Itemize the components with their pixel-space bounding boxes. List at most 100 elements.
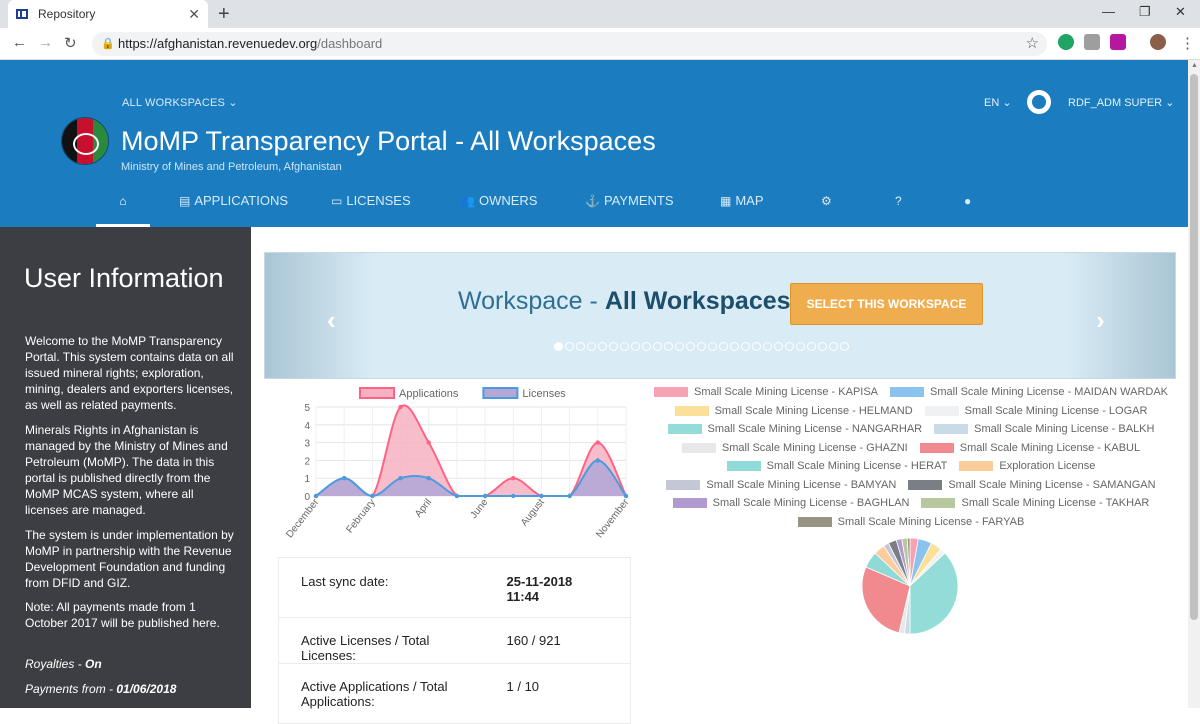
legend-item[interactable]: Small Scale Mining License - NANGARHAR: [667, 423, 922, 435]
nav-map[interactable]: ▦ MAP: [720, 191, 764, 227]
close-window-icon[interactable]: ✕: [1175, 4, 1186, 20]
carousel-dot[interactable]: [587, 342, 596, 351]
data-point: [623, 493, 629, 499]
reload-icon[interactable]: ↻: [64, 34, 77, 52]
legend-item[interactable]: Small Scale Mining License - LOGAR: [924, 405, 1147, 417]
carousel-dot[interactable]: [840, 342, 849, 351]
nav-applications[interactable]: ▤ APPLICATIONS: [179, 191, 288, 227]
legend-label: Small Scale Mining License - KAPISA: [693, 386, 879, 398]
users-icon: 👥: [460, 194, 475, 208]
nav-settings[interactable]: ⚙: [821, 191, 832, 227]
legend-item[interactable]: Small Scale Mining License - BAMYAN: [666, 479, 896, 491]
legend-item[interactable]: Small Scale Mining License - MAIDAN WARD…: [890, 386, 1168, 398]
carousel-dot[interactable]: [609, 342, 618, 351]
g-extension-icon[interactable]: [1084, 34, 1100, 50]
select-workspace-button[interactable]: SELECT THIS WORKSPACE: [790, 283, 983, 325]
table-row: Active Applications / Total Applications…: [278, 663, 631, 724]
nav-payments[interactable]: ⚓ PAYMENTS: [585, 191, 674, 227]
minimize-icon[interactable]: —: [1102, 4, 1115, 19]
nav-owners[interactable]: 👥 OWNERS: [460, 191, 537, 227]
legend-label: Small Scale Mining License - FARYAB: [837, 515, 1025, 528]
x-tick-label: June: [468, 497, 490, 521]
carousel-dot[interactable]: [730, 342, 739, 351]
close-tab-icon[interactable]: ✕: [188, 6, 200, 23]
workspace-dropdown[interactable]: ALL WORKSPACES ⌄: [122, 96, 238, 109]
carousel-dot[interactable]: [642, 342, 651, 351]
carousel-dot[interactable]: [631, 342, 640, 351]
legend-label: Small Scale Mining License - SAMANGAN: [948, 478, 1156, 491]
carousel-dot[interactable]: [653, 342, 662, 351]
pocket-extension-icon[interactable]: [1110, 34, 1126, 50]
table-label: Active Licenses / Total Licenses:: [278, 617, 507, 664]
legend-item[interactable]: Exploration License: [959, 460, 1095, 472]
carousel-dot[interactable]: [708, 342, 717, 351]
legend-item[interactable]: Small Scale Mining License - FARYAB: [797, 515, 1025, 528]
cogs-icon: ⚙: [821, 194, 832, 208]
carousel-dot[interactable]: [752, 342, 761, 351]
carousel-dot[interactable]: [565, 342, 574, 351]
legend-row: Small Scale Mining License - HERAT Explor…: [656, 460, 1166, 472]
legend-item[interactable]: Small Scale Mining License - GHAZNI: [681, 442, 908, 454]
profile-avatar-icon[interactable]: [1150, 34, 1166, 50]
y-tick-label: 3: [304, 439, 310, 450]
carousel-dot[interactable]: [818, 342, 827, 351]
user-menu[interactable]: RDF_ADM SUPER ⌄: [1068, 96, 1174, 109]
carousel-dot[interactable]: [576, 342, 585, 351]
forward-icon[interactable]: →: [38, 34, 53, 51]
royalties-value: On: [85, 657, 102, 671]
legend-item[interactable]: Small Scale Mining License - SAMANGAN: [908, 478, 1156, 491]
carousel-dot[interactable]: [785, 342, 794, 351]
scroll-up-icon[interactable]: ▲: [1191, 62, 1198, 69]
legend-item[interactable]: Small Scale Mining License - KAPISA: [653, 386, 879, 398]
data-point: [426, 440, 431, 445]
legend-swatch: [674, 405, 709, 416]
legend-label: Small Scale Mining License - KABUL: [959, 441, 1141, 454]
id-card-icon: ▭: [331, 194, 343, 208]
user-avatar[interactable]: [1027, 90, 1051, 114]
language-selector[interactable]: EN ⌄: [984, 96, 1012, 109]
page-scrollbar[interactable]: ▲: [1188, 60, 1200, 708]
data-point: [482, 493, 488, 499]
scrollbar-thumb[interactable]: [1190, 74, 1198, 620]
legend-item[interactable]: Small Scale Mining License - KABUL: [919, 441, 1141, 454]
legend-label: Licenses: [522, 388, 566, 400]
afghanistan-flag-logo: [61, 117, 109, 165]
carousel-dot[interactable]: [686, 342, 695, 351]
browser-tab[interactable]: Repository ✕: [8, 0, 208, 28]
payments-from-value: 01/06/2018: [116, 682, 177, 696]
back-icon[interactable]: ←: [12, 34, 27, 51]
carousel-dot[interactable]: [829, 342, 838, 351]
carousel-dot[interactable]: [598, 342, 607, 351]
carousel-dot[interactable]: [620, 342, 629, 351]
carousel-dot[interactable]: [664, 342, 673, 351]
legend-item[interactable]: Small Scale Mining License - TAKHAR: [921, 497, 1149, 509]
new-tab-icon[interactable]: +: [218, 3, 230, 26]
grammarly-extension-icon[interactable]: [1058, 34, 1074, 50]
nav-profile[interactable]: ●: [964, 191, 971, 227]
legend-item[interactable]: Small Scale Mining License - BALKH: [934, 423, 1154, 435]
carousel-dot[interactable]: [675, 342, 684, 351]
maximize-icon[interactable]: ❐: [1139, 4, 1151, 20]
carousel-dot[interactable]: [807, 342, 816, 351]
carousel-prev-icon[interactable]: ‹: [327, 305, 336, 336]
nav-home[interactable]: ⌂: [96, 191, 150, 227]
carousel-next-icon[interactable]: ›: [1096, 305, 1105, 336]
legend-item[interactable]: Small Scale Mining License - BAGHLAN: [672, 497, 909, 509]
carousel-dot[interactable]: [719, 342, 728, 351]
carousel-dot[interactable]: [796, 342, 805, 351]
data-point: [313, 493, 319, 499]
legend-item[interactable]: Small Scale Mining License - HELMAND: [674, 405, 913, 417]
carousel-dot[interactable]: [774, 342, 783, 351]
nav-help[interactable]: ?: [895, 191, 902, 227]
carousel-dot[interactable]: [554, 342, 563, 351]
workspace-heading: Workspace - All Workspaces: [458, 287, 791, 316]
bookmark-star-icon[interactable]: ☆: [1026, 32, 1039, 56]
legend-swatch: [959, 461, 994, 471]
nav-licenses[interactable]: ▭ LICENSES: [331, 191, 411, 227]
carousel-dot[interactable]: [763, 342, 772, 351]
url-field[interactable]: 🔒 https://afghanistan.revenuedev.org/das…: [92, 32, 1047, 56]
carousel-dot[interactable]: [697, 342, 706, 351]
legend-item[interactable]: Small Scale Mining License - HERAT: [726, 460, 947, 472]
carousel-dot[interactable]: [741, 342, 750, 351]
browser-menu-icon[interactable]: ⋮: [1180, 34, 1195, 52]
